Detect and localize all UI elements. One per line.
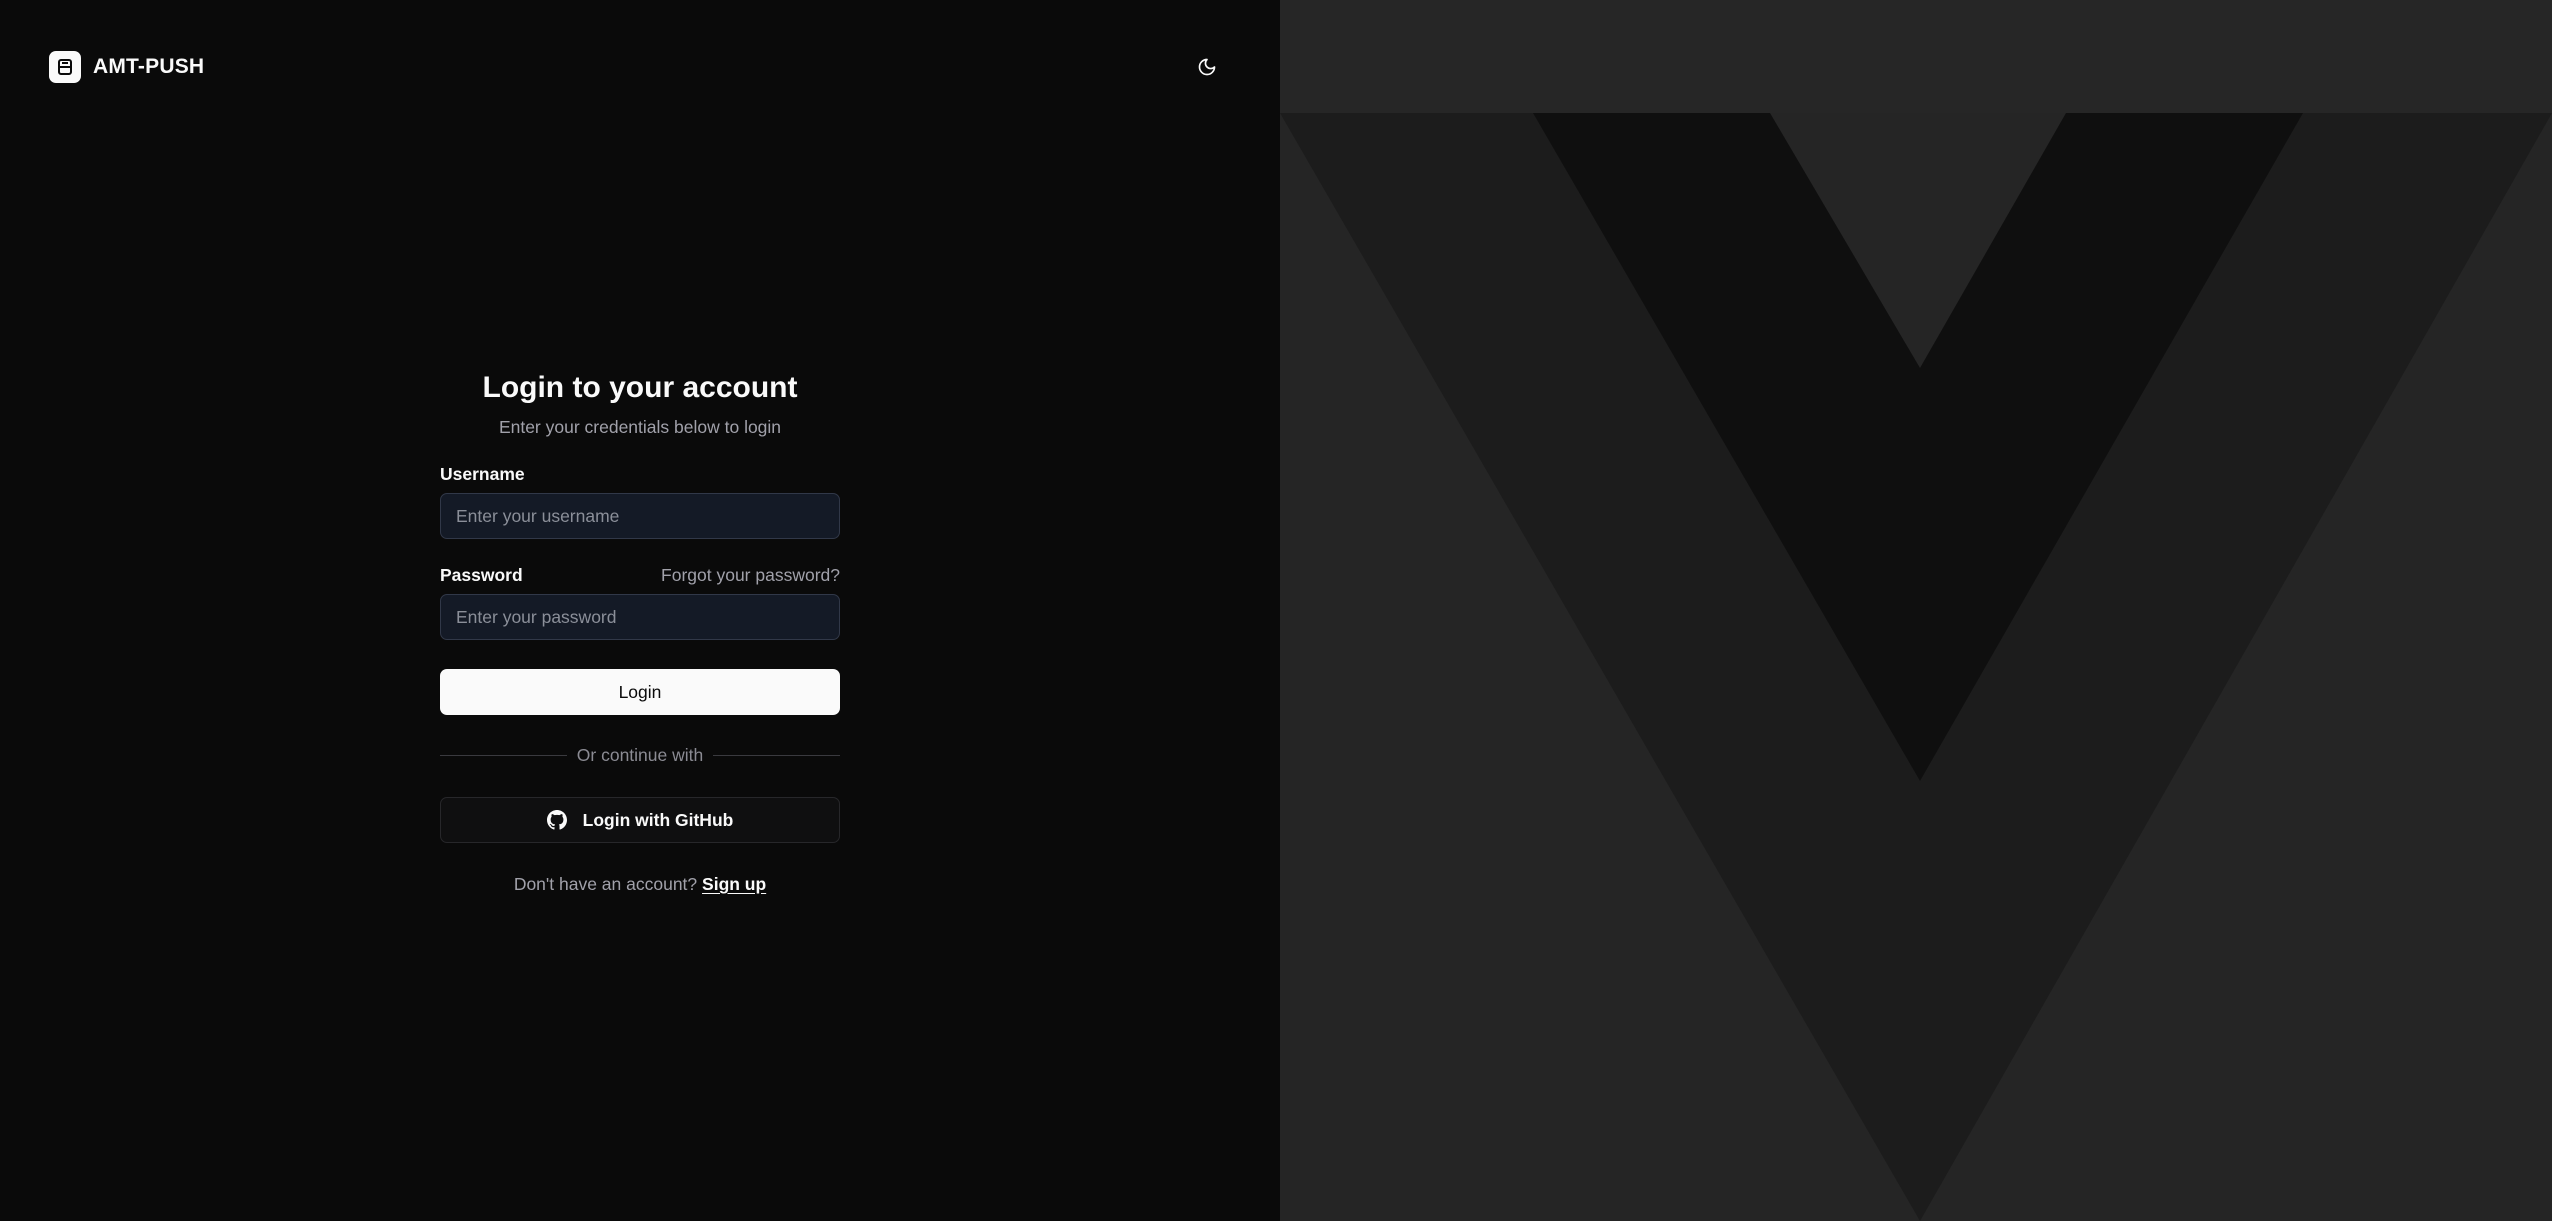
theme-toggle-button[interactable] [1190, 50, 1224, 84]
login-form: Login to your account Enter your credent… [440, 366, 841, 895]
divider-text: Or continue with [576, 745, 704, 765]
divider: Or continue with [440, 745, 841, 766]
github-icon [546, 810, 567, 830]
username-label: Username [440, 464, 525, 484]
divider-line-left [440, 755, 567, 756]
divider-line-right [713, 755, 841, 756]
username-input[interactable] [440, 493, 840, 539]
login-panel: AMT-PUSH Login to your account Enter you… [0, 0, 1280, 1221]
github-button-label: Login with GitHub [582, 809, 734, 830]
app-logo-icon [49, 51, 81, 83]
forgot-password-link[interactable]: Forgot your password? [661, 565, 840, 586]
page-subtitle: Enter your credentials below to login [498, 417, 782, 437]
moon-icon [1198, 58, 1216, 76]
app-name: AMT-PUSH [93, 55, 205, 78]
page-title: Login to your account [482, 371, 798, 404]
password-input[interactable] [440, 594, 840, 640]
signup-link[interactable]: Sign up [702, 874, 766, 894]
signup-row: Don't have an account? Sign up [440, 874, 840, 895]
vue-logo-illustration [1280, 0, 2552, 1221]
brand-illustration-panel [1280, 0, 2552, 1221]
password-label: Password [440, 565, 523, 585]
login-button[interactable]: Login [440, 669, 840, 715]
brand[interactable]: AMT-PUSH [49, 51, 204, 83]
signup-prompt: Don't have an account? [513, 874, 698, 894]
github-login-button[interactable]: Login with GitHub [440, 797, 840, 843]
